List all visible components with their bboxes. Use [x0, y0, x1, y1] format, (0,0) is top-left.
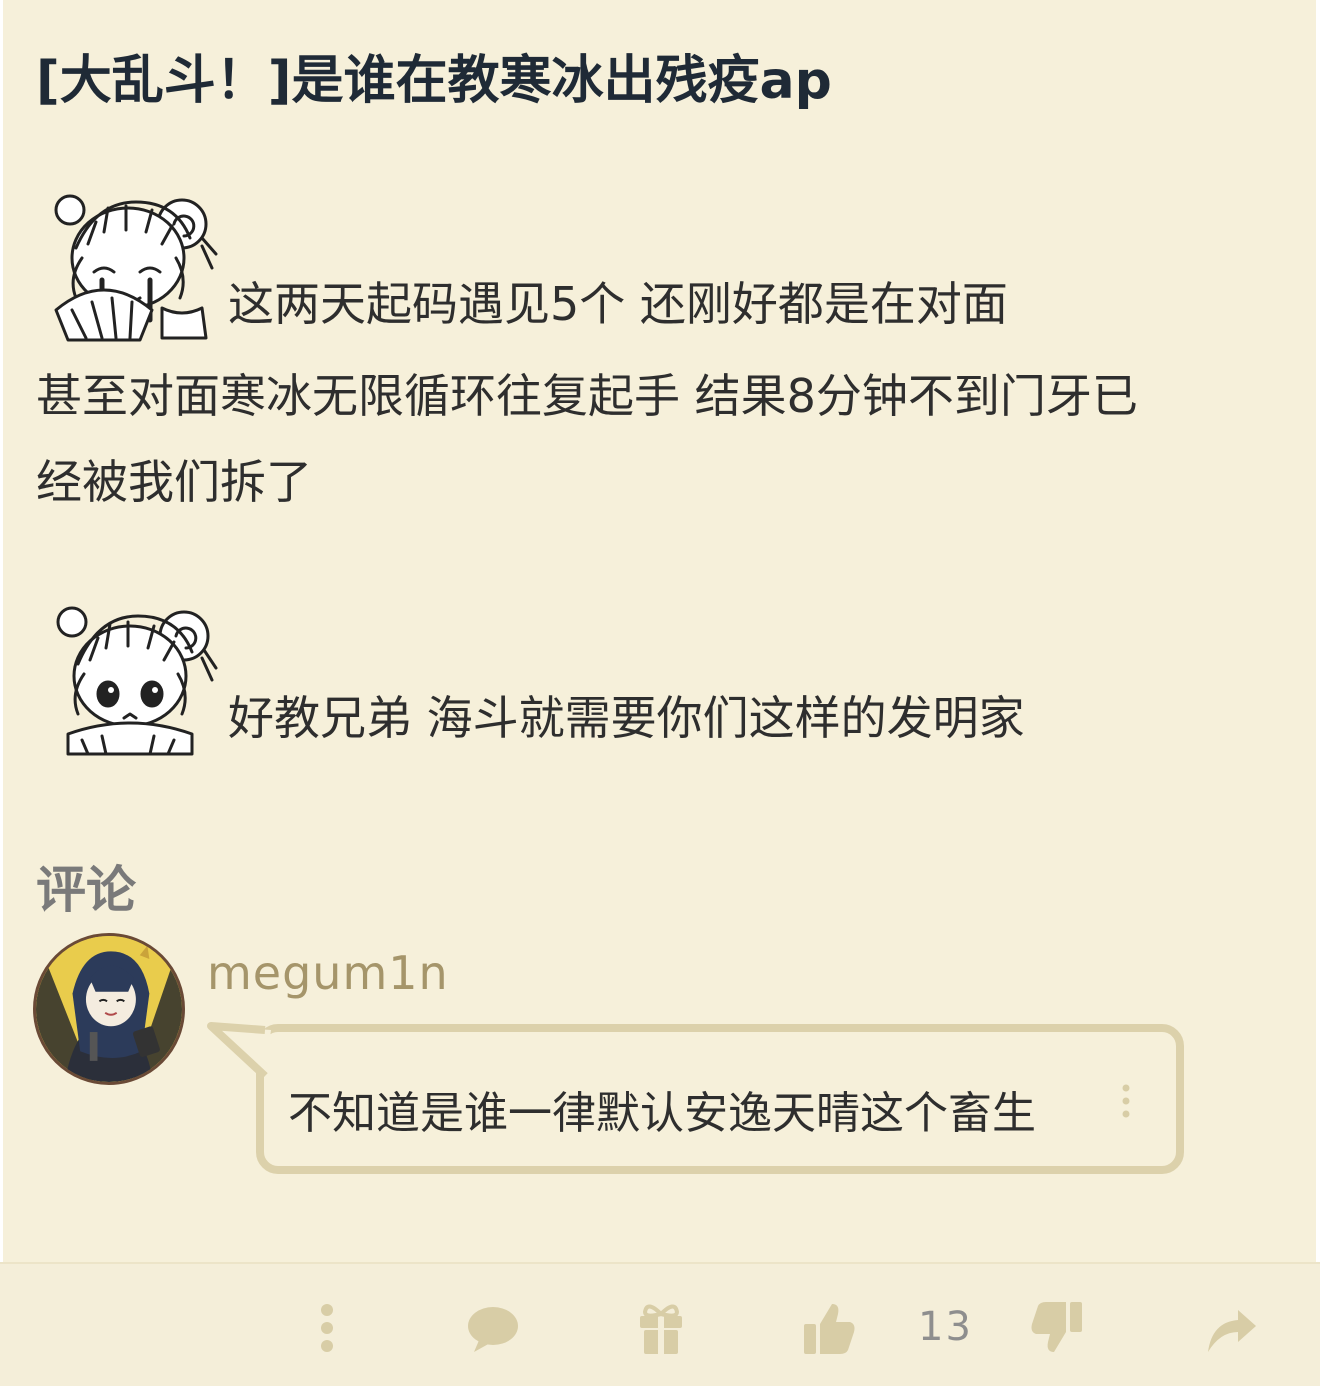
share-icon[interactable] [1204, 1298, 1258, 1358]
right-frame-edge [1316, 0, 1320, 1384]
post-body-line-3: 经被我们拆了 [36, 455, 312, 509]
post-title: [大乱斗！]是谁在教寒冰出残疫ap [36, 51, 832, 111]
crying-girl-sticker-icon [42, 188, 218, 344]
thumbs-up-icon[interactable] [802, 1298, 856, 1358]
comment-icon[interactable] [466, 1298, 520, 1358]
comment-username[interactable]: megum1n [207, 946, 449, 1000]
smug-girl-sticker-icon [42, 602, 218, 758]
gift-icon[interactable] [638, 1298, 684, 1358]
avatar[interactable] [33, 933, 185, 1085]
like-count: 13 [918, 1304, 973, 1350]
more-vertical-icon[interactable] [312, 1298, 342, 1358]
thumbs-down-icon[interactable] [1030, 1298, 1084, 1358]
comment-more-icon[interactable] [1116, 1082, 1136, 1122]
comments-heading: 评论 [36, 861, 136, 919]
left-frame-edge [0, 0, 3, 1384]
comment-bubble-tail [205, 1020, 275, 1082]
post-body-line-2: 甚至对面寒冰无限循环往复起手 结果8分钟不到门牙已 [36, 369, 1138, 423]
post-body-line-1: 这两天起码遇见5个 还刚好都是在对面 [228, 277, 1008, 331]
post-body-line-4: 好教兄弟 海斗就需要你们这样的发明家 [228, 691, 1025, 745]
comment-text: 不知道是谁一律默认安逸天晴这个畜生 [288, 1088, 1036, 1139]
